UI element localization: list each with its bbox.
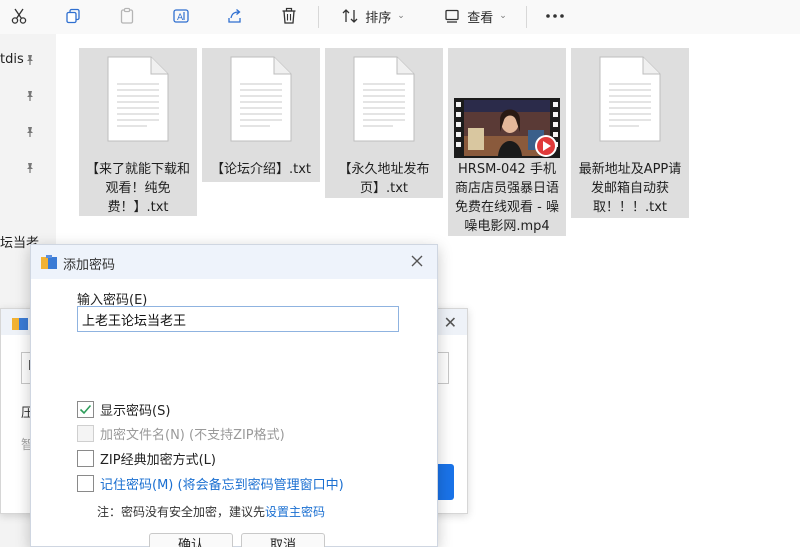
- archive-icon: [41, 255, 57, 269]
- cancel-button[interactable]: 取消: [241, 533, 325, 547]
- file-item[interactable]: 【永久地址发布页】.txt: [325, 48, 443, 198]
- svg-text:A: A: [177, 13, 184, 23]
- more-options-button[interactable]: [542, 3, 568, 29]
- rename-button[interactable]: A: [168, 3, 194, 29]
- dialog-titlebar: 添加密码: [31, 245, 437, 279]
- chevron-down-icon: ⌄: [397, 11, 405, 21]
- checkbox-label: 记住密码(M) (将会备忘到密码管理窗口中): [100, 477, 344, 493]
- file-item[interactable]: 最新地址及APP请发邮箱自动获取！！！.txt: [571, 48, 689, 218]
- monitor-icon: [445, 9, 459, 23]
- view-label: 查看: [467, 10, 494, 26]
- note-text: 注：密码没有安全加密，建议先: [97, 505, 266, 519]
- file-name: HRSM-042 手机商店店员强暴日语免费在线观看 - 噪噪电影网.mp4: [454, 162, 559, 234]
- toolbar-divider: [526, 6, 527, 28]
- text-document-icon: [107, 56, 169, 142]
- share-icon: [228, 9, 241, 23]
- file-item[interactable]: HRSM-042 手机商店店员强暴日语免费在线观看 - 噪噪电影网.mp4: [448, 48, 566, 236]
- close-button[interactable]: [407, 251, 427, 271]
- file-name: 【永久地址发布页】.txt: [338, 162, 430, 196]
- view-button[interactable]: 查看 ⌄: [438, 3, 512, 29]
- dialog-title: 添加密码: [63, 258, 116, 273]
- explorer-toolbar: A 排序 ⌄ 查看 ⌄: [0, 0, 800, 34]
- copy-button[interactable]: [60, 3, 86, 29]
- archive-icon: [12, 318, 28, 330]
- chevron-down-icon: ⌄: [499, 11, 507, 21]
- checkbox-box[interactable]: [77, 474, 94, 492]
- clipboard-icon: [120, 7, 134, 24]
- password-input[interactable]: [77, 306, 399, 332]
- zip-classic-encryption-checkbox[interactable]: ZIP经典加密方式(L): [77, 449, 216, 468]
- add-password-dialog: 添加密码 输入密码(E) 显示密码(S) 加密文件名(N) (不支持ZIP格式)…: [30, 244, 438, 547]
- file-name: 最新地址及APP请发邮箱自动获取！！！.txt: [578, 162, 682, 215]
- sort-button[interactable]: 排序 ⌄: [336, 3, 410, 29]
- checkmark-icon: [79, 404, 92, 414]
- paste-button[interactable]: [114, 3, 140, 29]
- checkbox-label: 加密文件名(N) (不支持ZIP格式): [100, 427, 285, 443]
- remember-password-checkbox[interactable]: 记住密码(M) (将会备忘到密码管理窗口中): [77, 474, 344, 493]
- toolbar-divider: [318, 6, 319, 28]
- close-icon[interactable]: ✕: [444, 313, 457, 332]
- pin-icon: [27, 127, 33, 137]
- copy-icon: [66, 8, 80, 24]
- file-item[interactable]: 【来了就能下载和观看！纯免费！】.txt: [79, 48, 197, 216]
- checkbox-box[interactable]: [77, 400, 94, 418]
- set-master-password-link[interactable]: 设置主密码: [265, 505, 325, 519]
- text-document-icon: [353, 56, 415, 142]
- checkbox-box: [77, 424, 94, 442]
- trash-icon: [282, 7, 296, 24]
- pin-icon: [27, 91, 33, 101]
- show-password-checkbox[interactable]: 显示密码(S): [77, 400, 171, 419]
- security-note: 注：密码没有安全加密，建议先设置主密码: [97, 503, 325, 520]
- file-item[interactable]: 【论坛介绍】.txt: [202, 48, 320, 182]
- sort-icon: [342, 9, 358, 23]
- encrypt-filenames-checkbox: 加密文件名(N) (不支持ZIP格式): [77, 424, 285, 443]
- pin-icon: [27, 163, 33, 173]
- checkbox-box[interactable]: [77, 449, 94, 467]
- file-name: 【来了就能下载和观看！纯免费！】.txt: [85, 162, 190, 215]
- confirm-button[interactable]: 确认: [149, 533, 233, 547]
- video-thumbnail-icon: [454, 98, 560, 158]
- rename-icon: A: [173, 9, 189, 23]
- sort-label: 排序: [365, 10, 392, 26]
- share-button[interactable]: [222, 3, 248, 29]
- scissors-icon: [11, 8, 27, 24]
- close-icon: [411, 255, 423, 267]
- file-name: 【论坛介绍】.txt: [210, 162, 312, 177]
- checkbox-label: 显示密码(S): [100, 403, 171, 419]
- text-document-icon: [599, 56, 661, 142]
- delete-button[interactable]: [276, 3, 302, 29]
- text-document-icon: [230, 56, 292, 142]
- more-icon: [546, 14, 564, 18]
- pin-icon: [27, 55, 33, 65]
- nav-item-quick-access[interactable]: tdis: [0, 52, 24, 72]
- cut-button[interactable]: [6, 3, 32, 29]
- checkbox-label: ZIP经典加密方式(L): [100, 452, 216, 468]
